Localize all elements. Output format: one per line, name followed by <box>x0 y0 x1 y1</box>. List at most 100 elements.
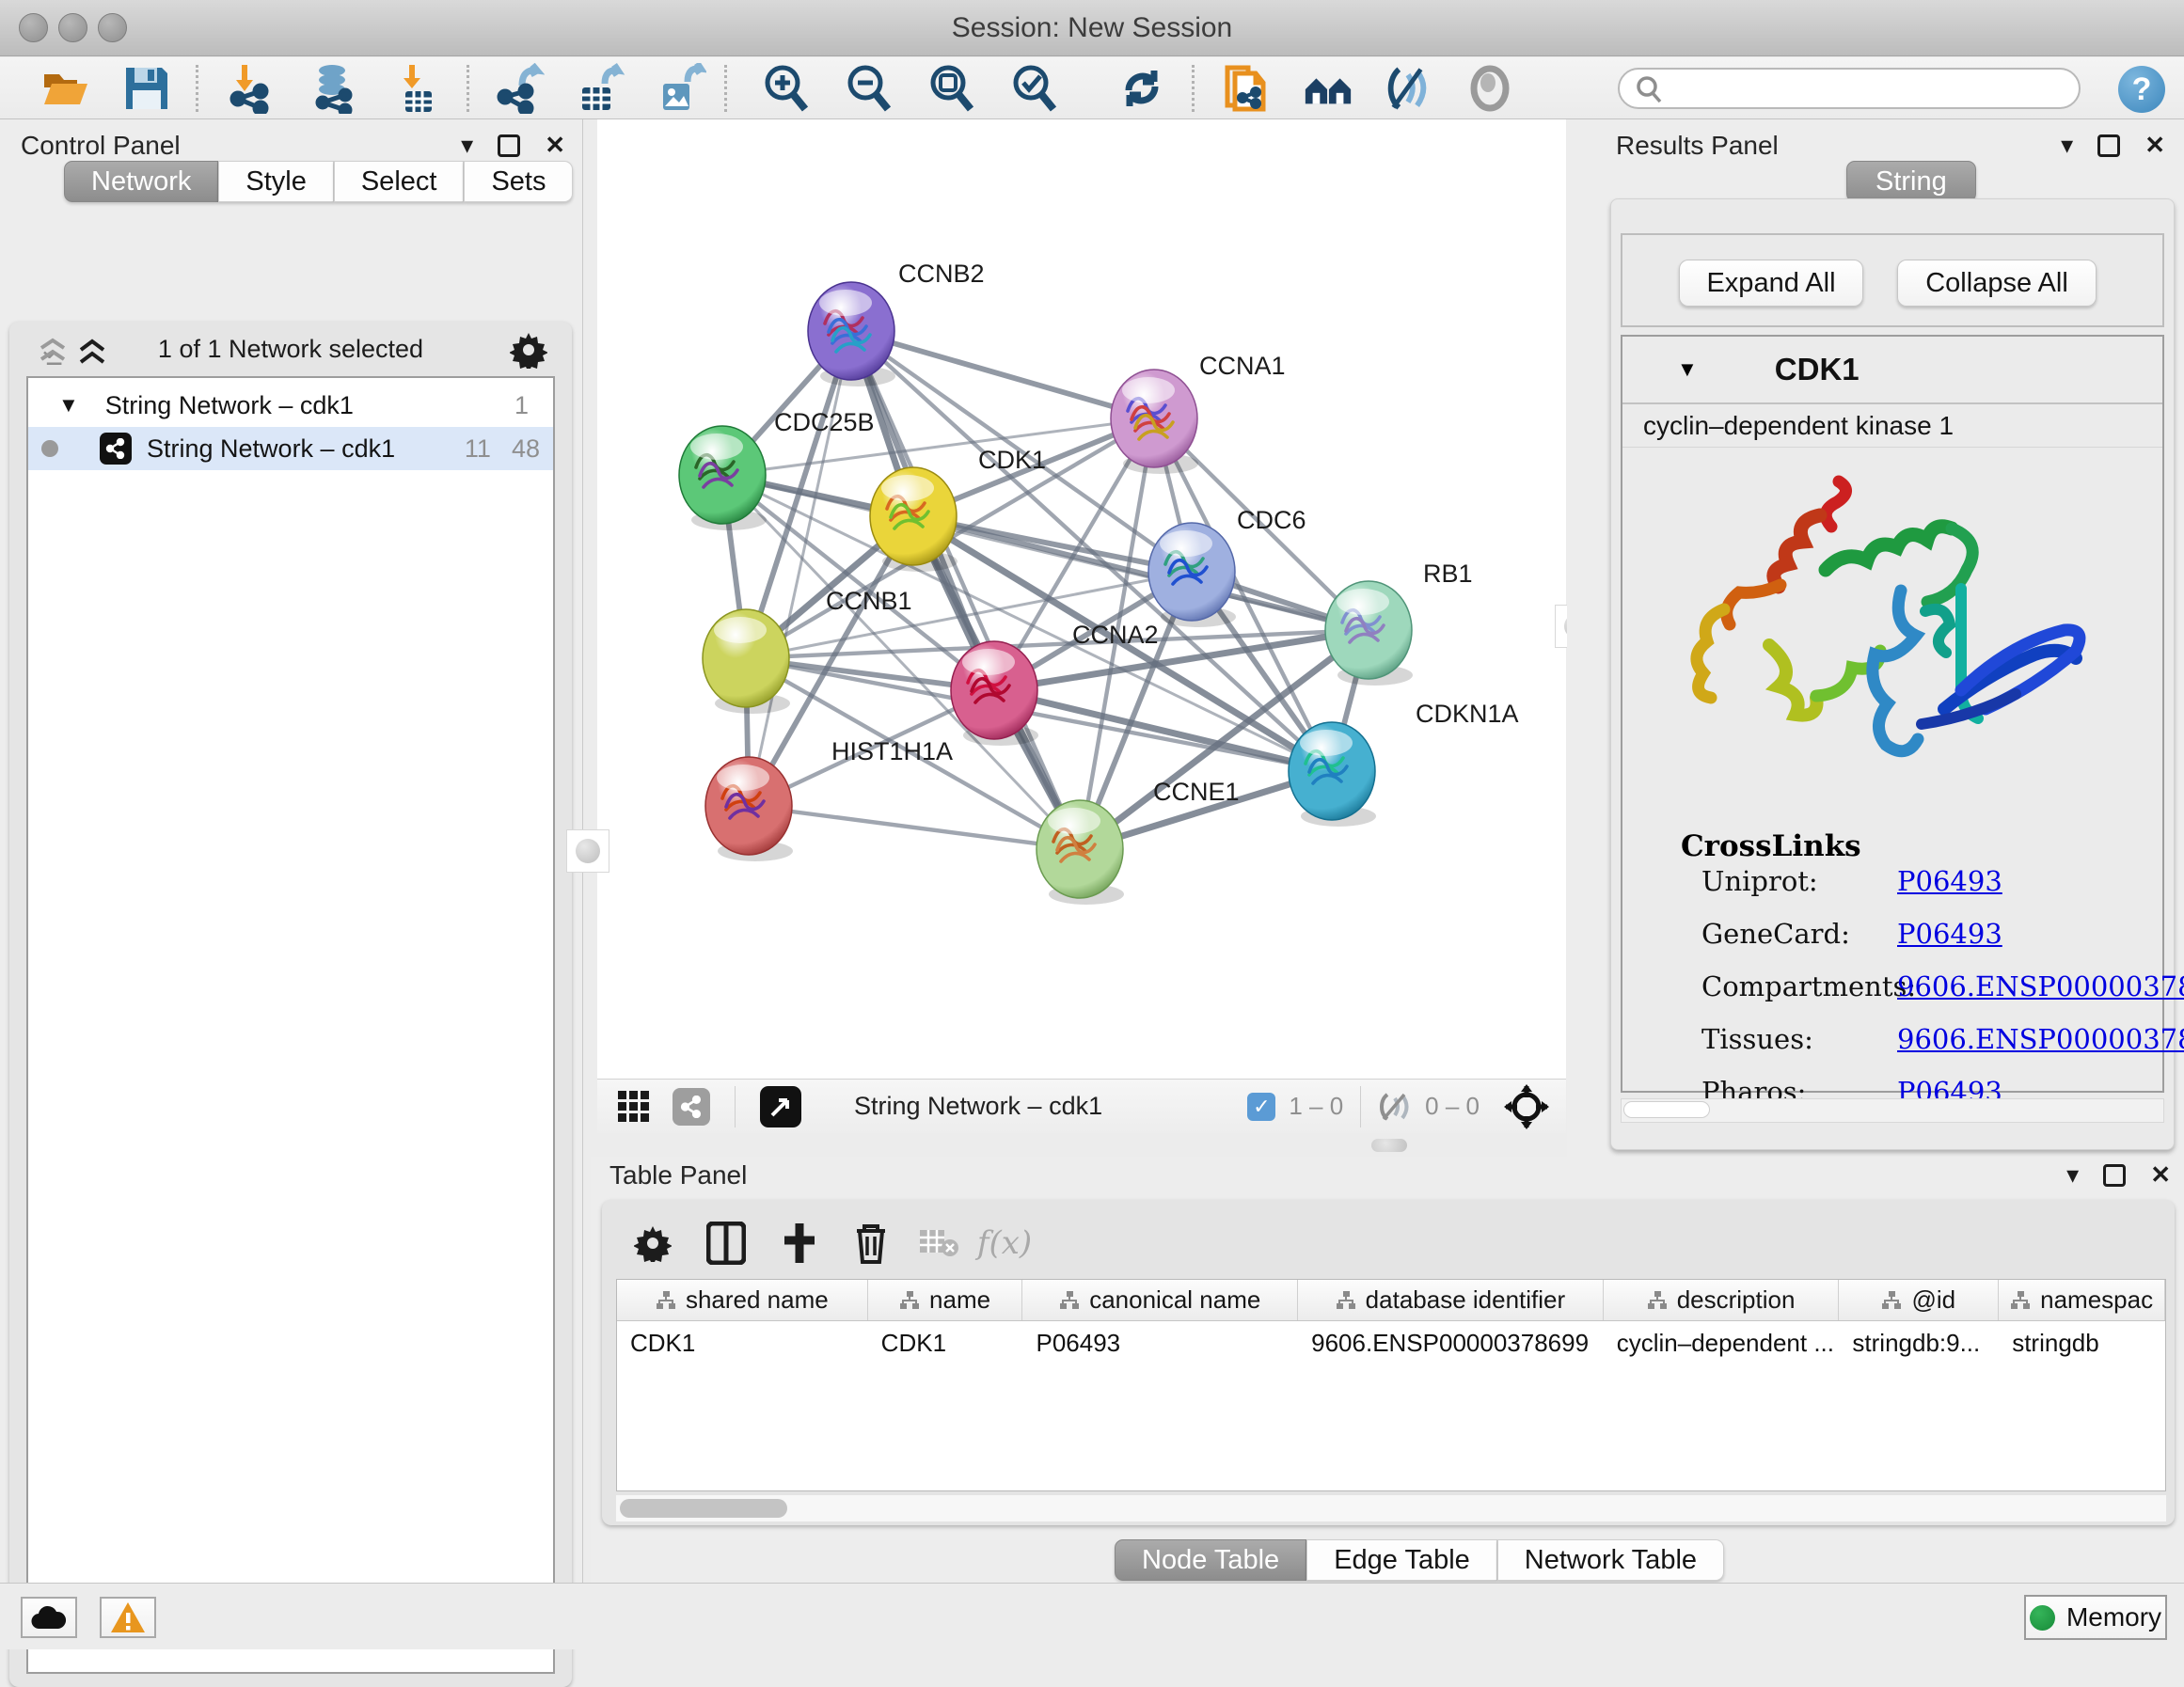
gene-collapse-icon[interactable]: ▼ <box>1677 357 1698 382</box>
table-row[interactable]: CDK1CDK1P064939606.ENSP00000378699cyclin… <box>617 1321 2165 1364</box>
tab-sets[interactable]: Sets <box>464 161 573 202</box>
toolbar-separator <box>724 65 727 112</box>
network-node-RB1[interactable]: RB1 <box>1325 560 1473 686</box>
gene-header-row[interactable]: ▼ CDK1 <box>1622 337 2162 404</box>
tree-expand-icon[interactable]: ▼ <box>58 393 79 418</box>
crosslink-link[interactable]: 9606.ENSP00000378699 <box>1897 970 2184 1002</box>
network-node-CCNB2[interactable]: CCNB2 <box>808 260 985 386</box>
string-view-icon[interactable] <box>673 1088 710 1126</box>
column-header-2[interactable]: canonical name <box>1022 1280 1298 1320</box>
window-title: Session: New Session <box>0 12 2184 44</box>
memory-button[interactable]: Memory <box>2024 1595 2167 1640</box>
panel-float-icon[interactable] <box>2103 1164 2126 1187</box>
crosslink-row: GeneCard: P06493 <box>1701 918 2153 970</box>
save-session-icon[interactable] <box>120 62 173 115</box>
network-edge[interactable] <box>749 331 851 806</box>
column-header-5[interactable]: @id <box>1839 1280 1999 1320</box>
node-table[interactable]: shared namenamecanonical namedatabase id… <box>616 1279 2166 1491</box>
search-input[interactable] <box>1618 68 2081 109</box>
refresh-icon[interactable] <box>1116 62 1168 115</box>
network-node-CDKN1A[interactable]: CDKN1A <box>1289 700 1519 827</box>
node-label: CCNA1 <box>1199 352 1286 380</box>
export-network-icon[interactable] <box>493 62 546 115</box>
crosslink-link[interactable]: 9606.ENSP00000378699 <box>1897 1023 2184 1055</box>
results-horizontal-scrollbar[interactable] <box>1621 1098 2164 1123</box>
import-table-file-icon[interactable] <box>391 62 444 115</box>
main-toolbar: ? <box>0 57 2184 119</box>
panel-close-icon[interactable]: ✕ <box>545 131 565 160</box>
column-header-3[interactable]: database identifier <box>1298 1280 1604 1320</box>
highlight-icon[interactable] <box>1464 62 1516 115</box>
collapse-all-button[interactable]: Collapse All <box>1897 260 2097 307</box>
tab-network-table[interactable]: Network Table <box>1497 1539 1724 1581</box>
collection-label: String Network – cdk1 <box>105 391 354 420</box>
network-node-CCNE1[interactable]: CCNE1 <box>1037 778 1240 905</box>
table-horizontal-scrollbar[interactable] <box>616 1495 2166 1521</box>
table-cell[interactable]: stringdb <box>1999 1321 2165 1364</box>
duplicate-network-icon[interactable] <box>1220 62 1273 115</box>
warning-status-button[interactable] <box>100 1597 156 1638</box>
table-cell[interactable]: CDK1 <box>617 1321 868 1364</box>
network-edge[interactable] <box>749 806 1080 849</box>
network-collection-row[interactable]: ▼ String Network – cdk1 1 <box>28 384 553 427</box>
tab-string[interactable]: String <box>1846 161 1976 202</box>
table-cell[interactable]: 9606.ENSP00000378699 <box>1298 1321 1604 1364</box>
grid-view-icon[interactable] <box>616 1089 652 1125</box>
left-split-grip[interactable] <box>566 829 609 873</box>
panel-collapse-icon[interactable]: ▾ <box>2061 131 2073 160</box>
fit-selection-crosshair-icon[interactable] <box>1504 1084 1549 1129</box>
horizontal-split-grip[interactable] <box>1371 1139 1407 1152</box>
export-table-icon[interactable] <box>574 62 626 115</box>
table-header-row[interactable]: shared namenamecanonical namedatabase id… <box>617 1280 2165 1321</box>
tab-select[interactable]: Select <box>334 161 465 202</box>
zoom-out-icon[interactable] <box>843 62 895 115</box>
panel-close-icon[interactable]: ✕ <box>2150 1160 2171 1190</box>
selected-checkbox-icon[interactable]: ✓ <box>1247 1093 1275 1121</box>
column-header-6[interactable]: namespac <box>1999 1280 2165 1320</box>
panel-float-icon[interactable] <box>2097 134 2120 157</box>
crosslink-link[interactable]: P06493 <box>1897 865 2002 897</box>
show-hide-graphics-icon[interactable] <box>1381 62 1433 115</box>
column-header-1[interactable]: name <box>868 1280 1023 1320</box>
show-all-panels-icon[interactable] <box>1302 62 1354 115</box>
panel-close-icon[interactable]: ✕ <box>2144 131 2165 160</box>
zoom-selected-icon[interactable] <box>1008 62 1061 115</box>
table-cell[interactable]: stringdb:9... <box>1839 1321 1999 1364</box>
crosslink-row: Uniprot: P06493 <box>1701 865 2153 918</box>
network-node-CDC25B[interactable]: CDC25B <box>679 408 875 530</box>
zoom-in-icon[interactable] <box>760 62 813 115</box>
add-column-icon[interactable] <box>773 1217 826 1269</box>
table-cell[interactable]: cyclin–dependent ... <box>1604 1321 1840 1364</box>
table-cell[interactable]: CDK1 <box>868 1321 1023 1364</box>
column-header-0[interactable]: shared name <box>617 1280 868 1320</box>
birds-eye-view-icon[interactable] <box>760 1086 801 1127</box>
help-icon[interactable]: ? <box>2118 66 2165 113</box>
export-image-icon[interactable] <box>655 62 707 115</box>
table-cell[interactable]: P06493 <box>1022 1321 1298 1364</box>
open-session-icon[interactable] <box>40 62 92 115</box>
network-view-title: String Network – cdk1 <box>854 1092 1102 1121</box>
import-network-file-icon[interactable] <box>224 62 277 115</box>
network-node-HIST1H1A[interactable]: HIST1H1A <box>705 737 953 861</box>
network-options-gear-icon[interactable] <box>510 331 547 369</box>
table-options-gear-icon[interactable] <box>626 1217 679 1269</box>
tab-style[interactable]: Style <box>218 161 333 202</box>
zoom-fit-icon[interactable] <box>926 62 978 115</box>
show-columns-icon[interactable] <box>700 1217 752 1269</box>
panel-float-icon[interactable] <box>498 134 520 157</box>
delete-column-icon[interactable] <box>845 1217 897 1269</box>
tab-node-table[interactable]: Node Table <box>1115 1539 1306 1581</box>
network-canvas[interactable]: CCNB2CCNA1CDC25BCDK1CDC6RB1CCNB1CCNA2CDK… <box>597 119 1566 1079</box>
panel-collapse-icon[interactable]: ▾ <box>2066 1160 2079 1190</box>
toolbar-separator <box>196 65 198 112</box>
cloud-status-button[interactable] <box>21 1597 77 1638</box>
tab-network[interactable]: Network <box>64 161 218 202</box>
network-row[interactable]: String Network – cdk1 11 48 <box>28 427 553 470</box>
expand-all-button[interactable]: Expand All <box>1679 260 1863 307</box>
crosslink-link[interactable]: P06493 <box>1897 918 2002 950</box>
tab-edge-table[interactable]: Edge Table <box>1306 1539 1497 1581</box>
import-network-database-icon[interactable] <box>307 62 359 115</box>
column-header-4[interactable]: description <box>1604 1280 1840 1320</box>
panel-collapse-icon[interactable]: ▾ <box>461 131 473 160</box>
network-node-CCNA1[interactable]: CCNA1 <box>1111 352 1286 474</box>
